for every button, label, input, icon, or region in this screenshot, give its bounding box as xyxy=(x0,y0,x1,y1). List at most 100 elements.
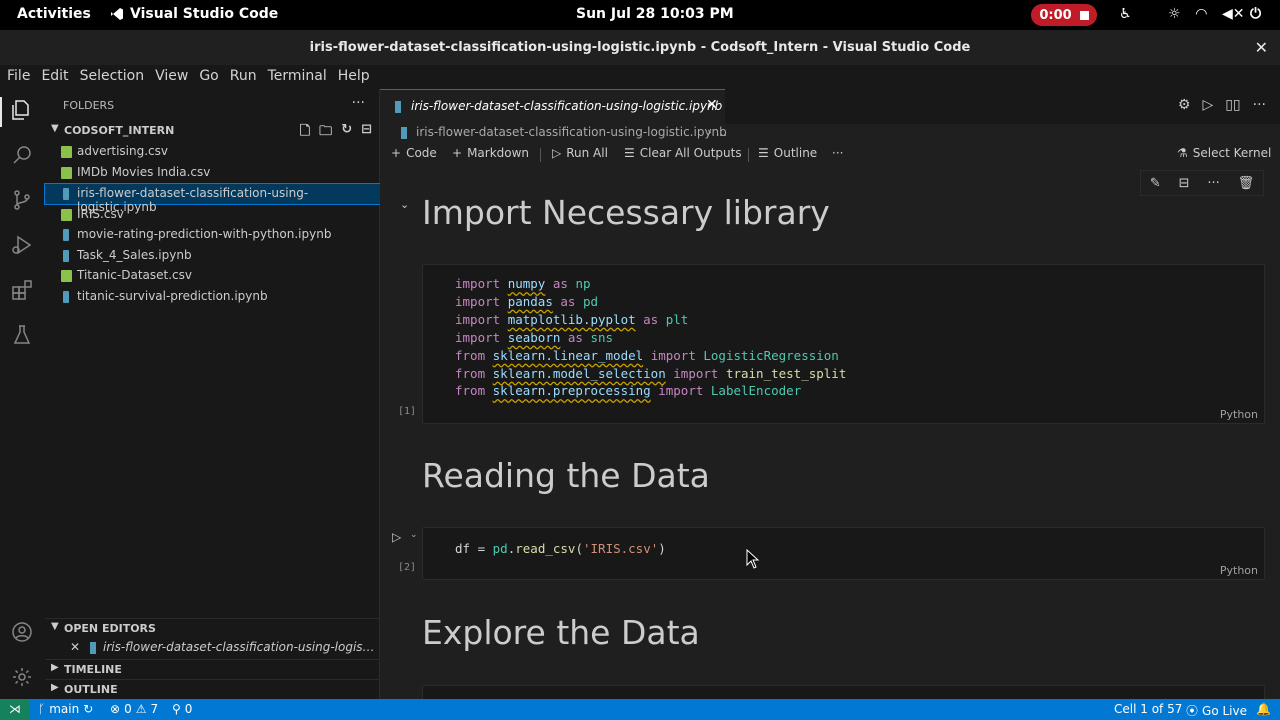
night-light-icon[interactable]: ☼ xyxy=(1168,6,1181,22)
more-actions-icon[interactable]: ··· xyxy=(352,95,365,111)
extensions-icon[interactable] xyxy=(10,278,35,303)
activities-button[interactable]: Activities xyxy=(17,6,91,22)
close-editor-icon[interactable]: ✕ xyxy=(70,640,80,654)
file-item[interactable]: Task_4_Sales.ipynb xyxy=(45,246,380,266)
menu-go[interactable]: Go xyxy=(192,65,218,89)
outline-header[interactable]: ▶ OUTLINE xyxy=(45,679,380,699)
run-all-button[interactable]: ▷ Run All xyxy=(552,146,608,160)
sidebar-title: FOLDERS xyxy=(63,99,115,112)
search-icon[interactable] xyxy=(10,143,35,168)
run-icon[interactable]: ▷ xyxy=(1202,97,1213,113)
code-editor[interactable]: df = pd.read_csv('IRIS.csv') xyxy=(455,540,666,558)
more-cell-actions-icon[interactable]: ··· xyxy=(1207,176,1219,191)
accounts-icon[interactable] xyxy=(10,620,35,645)
menu-view[interactable]: View xyxy=(148,65,188,89)
split-editor-icon[interactable]: ▯▯ xyxy=(1225,97,1240,113)
open-editors-header[interactable]: ▼ OPEN EDITORS xyxy=(45,618,380,638)
cell-language[interactable]: Python xyxy=(1220,408,1258,421)
toolbar-divider xyxy=(540,148,541,162)
settings-gear-icon[interactable] xyxy=(10,665,35,690)
tab-label: iris-flower-dataset-classification-using… xyxy=(411,99,723,113)
branch-status[interactable]: ᚴ main ↻ xyxy=(38,702,93,716)
clock[interactable]: Sun Jul 28 10:03 PM xyxy=(576,6,734,22)
go-live-button[interactable]: ⦿ Go Live xyxy=(1186,702,1247,719)
chevron-down-icon[interactable]: ⌄ xyxy=(410,530,418,540)
markdown-heading[interactable]: Reading the Data xyxy=(422,456,710,495)
chevron-right-icon: ▶ xyxy=(51,662,59,673)
split-cell-icon[interactable]: ⊟ xyxy=(1179,176,1190,191)
kernel-icon: ⚗ xyxy=(1177,146,1188,160)
problems-status[interactable]: ⊗ 0 ⚠ 7 xyxy=(110,702,158,716)
app-menu[interactable]: Visual Studio Code xyxy=(110,6,278,22)
more-actions-icon[interactable]: ··· xyxy=(1253,97,1266,113)
outline-button[interactable]: ☰ Outline xyxy=(758,146,817,160)
cell-language[interactable]: Python xyxy=(1220,564,1258,577)
file-item[interactable]: advertising.csv xyxy=(45,142,380,162)
folder-section-header[interactable]: ▼ CODSOFT_INTERN 🗋 🗀 ↻ ⊟ xyxy=(45,121,380,141)
markdown-heading[interactable]: Explore the Data xyxy=(422,613,700,652)
chevron-down-icon: ▼ xyxy=(51,123,59,134)
collapse-all-icon[interactable]: ⊟ xyxy=(361,122,372,144)
timeline-header[interactable]: ▶ TIMELINE xyxy=(45,659,380,679)
file-item[interactable]: titanic-survival-prediction.ipynb xyxy=(45,287,380,307)
collapse-section-icon[interactable]: ⌄ xyxy=(400,198,409,211)
file-name: IMDb Movies India.csv xyxy=(77,165,211,179)
notifications-bell-icon[interactable]: 🔔 xyxy=(1256,702,1271,716)
power-icon[interactable]: ⏻ xyxy=(1250,6,1261,22)
file-item[interactable]: IMDb Movies India.csv xyxy=(45,163,380,183)
clear-outputs-button[interactable]: ☰ Clear All Outputs xyxy=(624,146,742,160)
menu-help[interactable]: Help xyxy=(331,65,370,89)
accessibility-icon[interactable]: ♿ xyxy=(1119,6,1132,22)
select-kernel-button[interactable]: ⚗ Select Kernel xyxy=(1177,146,1271,160)
code-editor[interactable]: import numpy as np import pandas as pd i… xyxy=(455,275,846,400)
cell-position[interactable]: Cell 1 of 57 xyxy=(1114,702,1182,716)
menu-terminal[interactable]: Terminal xyxy=(261,65,327,89)
tab-close-button[interactable]: ✕ xyxy=(706,97,718,113)
ports-status[interactable]: ⚲ 0 xyxy=(172,702,192,716)
file-item[interactable]: movie-rating-prediction-with-python.ipyn… xyxy=(45,225,380,245)
run-debug-icon[interactable] xyxy=(10,233,35,258)
notebook-file-icon xyxy=(63,188,69,200)
code-cell[interactable]: import numpy as np import pandas as pd i… xyxy=(422,264,1265,424)
volume-muted-icon[interactable]: ◀✕ xyxy=(1222,6,1245,22)
open-editor-item[interactable]: ✕ iris-flower-dataset-classification-usi… xyxy=(45,638,380,658)
menu-selection[interactable]: Selection xyxy=(73,65,145,89)
file-item[interactable]: Titanic-Dataset.csv xyxy=(45,266,380,286)
open-editors-label: OPEN EDITORS xyxy=(64,622,156,635)
toolbar-divider xyxy=(748,148,749,162)
testing-icon[interactable] xyxy=(10,323,35,348)
window-close-button[interactable]: ✕ xyxy=(1255,30,1268,65)
notebook-file-icon xyxy=(63,250,69,262)
file-item[interactable]: IRIS.csv xyxy=(45,205,380,225)
select-kernel-label: Select Kernel xyxy=(1192,146,1272,160)
editor-tab-active[interactable]: iris-flower-dataset-classification-using… xyxy=(380,89,725,124)
add-markdown-cell-button[interactable]: + Markdown xyxy=(452,146,529,160)
markdown-heading[interactable]: Import Necessary library xyxy=(422,193,830,232)
outline-icon: ☰ xyxy=(758,146,769,160)
explorer-icon[interactable] xyxy=(10,98,35,123)
breadcrumb-more[interactable]: › ... xyxy=(707,125,727,139)
wifi-icon[interactable]: ◠ xyxy=(1196,6,1207,22)
new-file-icon[interactable]: 🗋 xyxy=(300,122,310,144)
notebook-toolbar: + Code + Markdown ▷ Run All ☰ Clear All … xyxy=(380,144,1280,168)
run-cell-icon[interactable]: ▷ xyxy=(392,530,401,544)
gear-icon[interactable]: ⚙ xyxy=(1178,97,1191,113)
breadcrumb-file[interactable]: iris-flower-dataset-classification-using… xyxy=(416,125,727,139)
edit-cell-icon[interactable]: ✎ xyxy=(1150,176,1161,191)
menu-file[interactable]: File xyxy=(0,65,30,89)
add-code-cell-button[interactable]: + Code xyxy=(391,146,437,160)
code-cell[interactable] xyxy=(422,685,1265,699)
screen-recording-indicator[interactable]: 0:00 xyxy=(1031,4,1097,26)
file-name: movie-rating-prediction-with-python.ipyn… xyxy=(77,227,332,241)
new-folder-icon[interactable]: 🗀 xyxy=(319,122,332,144)
refresh-icon[interactable]: ↻ xyxy=(341,122,352,144)
file-item-selected[interactable]: iris-flower-dataset-classification-using… xyxy=(44,183,381,214)
delete-cell-icon[interactable]: 🗑 xyxy=(1238,176,1255,191)
code-cell[interactable]: df = pd.read_csv('IRIS.csv') Python xyxy=(422,527,1265,580)
more-actions-icon[interactable]: ··· xyxy=(832,146,843,160)
menu-edit[interactable]: Edit xyxy=(34,65,68,89)
remote-indicator-icon[interactable]: ⋊ xyxy=(0,699,30,720)
source-control-icon[interactable] xyxy=(10,188,35,213)
menu-bar: File Edit Selection View Go Run Terminal… xyxy=(0,65,1280,89)
menu-run[interactable]: Run xyxy=(223,65,257,89)
